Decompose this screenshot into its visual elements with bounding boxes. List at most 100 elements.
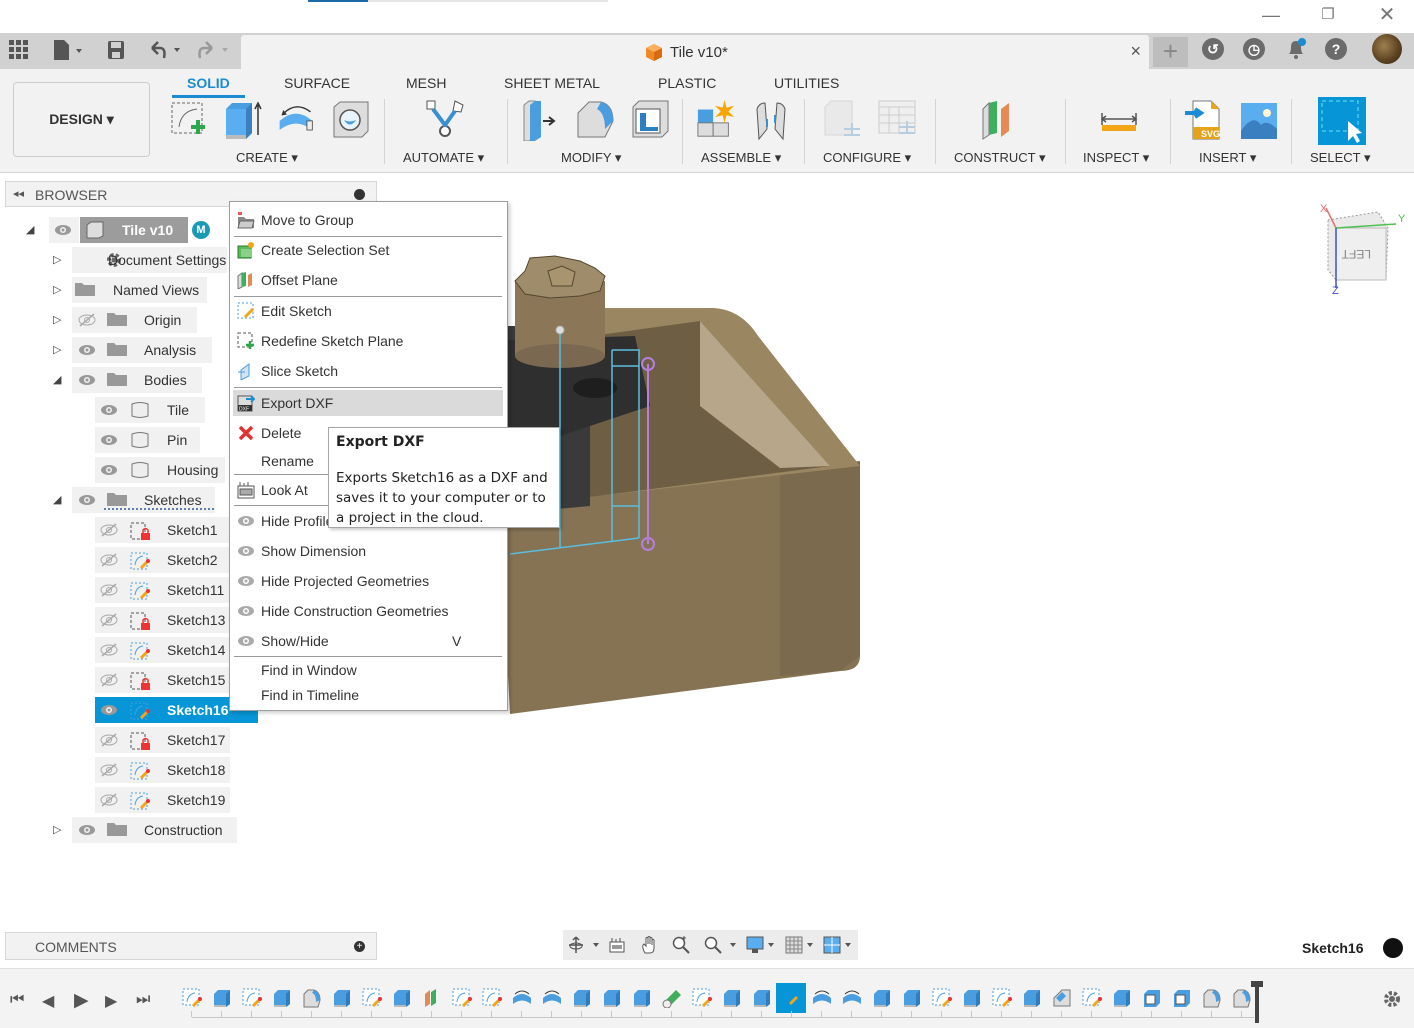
eye-hidden-icon[interactable] [100, 583, 118, 597]
expand-icon[interactable]: ◢ [53, 373, 61, 386]
expand-icon[interactable]: ▷ [53, 283, 61, 296]
eye-icon[interactable] [78, 823, 96, 837]
menu-item-show-hide[interactable]: Show/Hide V [233, 628, 503, 654]
timeline-feature-revolve[interactable] [842, 988, 862, 1008]
joint-icon[interactable] [751, 99, 791, 141]
timeline-feature-extrude[interactable] [872, 988, 892, 1008]
timeline-feature-sketch[interactable] [482, 988, 502, 1008]
timeline-feature-fillet[interactable] [302, 988, 322, 1008]
zoom-icon[interactable] [672, 936, 690, 954]
zoom-window-icon[interactable] [704, 936, 738, 954]
expand-icon[interactable]: ▷ [53, 343, 61, 356]
tree-item-sketch15[interactable]: Sketch15 [0, 667, 260, 693]
measure-icon[interactable] [1099, 99, 1139, 141]
eye-hidden-icon[interactable] [100, 613, 118, 627]
menu-item-slice-sketch[interactable]: Slice Sketch [233, 358, 503, 384]
configure-menu[interactable]: CONFIGURE ▾ [823, 150, 911, 166]
timeline-feature-fillet[interactable] [1232, 988, 1252, 1008]
extensions-icon[interactable]: ↺ [1202, 38, 1224, 60]
grid-settings-icon[interactable] [785, 936, 819, 954]
eye-hidden-icon[interactable] [100, 643, 118, 657]
shell-icon[interactable] [630, 99, 670, 141]
eye-icon[interactable] [100, 703, 118, 717]
timeline-feature-revolve[interactable] [512, 988, 532, 1008]
workspace-switcher[interactable]: DESIGN ▾ [13, 82, 150, 157]
construct-menu[interactable]: CONSTRUCT ▾ [954, 150, 1046, 166]
expand-icon[interactable]: ◢ [26, 223, 34, 236]
save-icon[interactable] [107, 40, 125, 64]
timeline-feature-sketch[interactable] [362, 988, 382, 1008]
eye-hidden-icon[interactable] [100, 673, 118, 687]
eye-hidden-icon[interactable] [100, 553, 118, 567]
add-comment-icon[interactable]: + [354, 941, 365, 952]
timeline-feature-extrude[interactable] [902, 988, 922, 1008]
eye-hidden-icon[interactable] [100, 763, 118, 777]
menu-item-show-dimension[interactable]: Show Dimension [233, 538, 503, 564]
timeline-feature-extrude[interactable] [332, 988, 352, 1008]
restore-icon[interactable]: ❐ [1313, 4, 1343, 26]
timeline-feature-extrude[interactable] [1022, 988, 1042, 1008]
file-icon[interactable] [52, 39, 84, 63]
eye-icon[interactable] [78, 493, 96, 507]
menu-item-move-to-group[interactable]: Move to Group [233, 207, 503, 233]
timeline-feature-sketch[interactable] [1082, 988, 1102, 1008]
eye-icon[interactable] [78, 343, 96, 357]
tree-item-origin[interactable]: ▷ Origin [0, 307, 260, 333]
tree-item-sketch14[interactable]: Sketch14 [0, 637, 260, 663]
new-tab-button[interactable]: + [1153, 37, 1188, 67]
menu-item-create-selection-set[interactable]: Create Selection Set [233, 237, 503, 263]
tab-utilities[interactable]: UTILITIES [774, 75, 839, 91]
tree-item-tile[interactable]: Tile [0, 397, 260, 423]
expand-icon[interactable]: ▷ [53, 313, 61, 326]
tree-item-analysis[interactable]: ▷ Analysis [0, 337, 260, 363]
tree-root[interactable]: ◢ Tile v10 M [0, 217, 230, 243]
pan-icon[interactable] [640, 936, 658, 954]
timeline-feature-extrude[interactable] [212, 988, 232, 1008]
timeline-feature-chamfer[interactable] [1052, 988, 1072, 1008]
eye-icon[interactable] [100, 463, 118, 477]
job-status-icon[interactable]: ◷ [1243, 38, 1265, 60]
comments-panel[interactable]: COMMENTS + [5, 932, 377, 960]
timeline-feature-fillet[interactable] [1202, 988, 1222, 1008]
expand-icon[interactable]: ▷ [53, 253, 61, 266]
help-icon[interactable]: ? [1325, 38, 1347, 60]
tree-item-sketches[interactable]: ◢ Sketches [0, 487, 260, 513]
sketch-palette-icon[interactable] [1383, 938, 1403, 958]
modify-menu[interactable]: MODIFY ▾ [561, 150, 621, 166]
minimize-icon[interactable]: — [1256, 4, 1286, 26]
close-icon[interactable]: ✕ [1372, 4, 1402, 26]
assemble-menu[interactable]: ASSEMBLE ▾ [701, 150, 781, 166]
timeline-feature-sketch[interactable] [692, 988, 712, 1008]
step-back-button[interactable]: ◀ [42, 991, 54, 1011]
eye-hidden-icon[interactable] [100, 523, 118, 537]
timeline-feature-shell[interactable] [1142, 988, 1162, 1008]
timeline-feature-sketch[interactable] [452, 988, 472, 1008]
insert-canvas-icon[interactable] [1239, 99, 1279, 141]
timeline-feature-extrude[interactable] [752, 988, 772, 1008]
tab-surface[interactable]: SURFACE [284, 75, 350, 91]
timeline-feature-revolve[interactable] [812, 988, 832, 1008]
timeline-settings-icon[interactable] [1382, 989, 1402, 1009]
tree-item-sketch19[interactable]: Sketch19 [0, 787, 260, 813]
tree-item-sketch11[interactable]: Sketch11 [0, 577, 260, 603]
timeline-feature-extrude[interactable] [572, 988, 592, 1008]
timeline-feature-pipe[interactable] [662, 988, 682, 1009]
tree-item-sketch16[interactable]: Sketch16 [0, 697, 260, 723]
redo-icon[interactable] [196, 40, 232, 64]
timeline-feature-sketch[interactable] [992, 988, 1012, 1008]
hole-icon[interactable] [331, 99, 371, 141]
eye-hidden-icon[interactable] [100, 733, 118, 747]
expand-icon[interactable]: ◢ [53, 493, 61, 506]
panel-options-icon[interactable] [354, 189, 365, 200]
timeline-marker[interactable] [1255, 983, 1259, 1023]
tree-item-housing[interactable]: Housing [0, 457, 260, 483]
timeline-feature-revolve[interactable] [542, 988, 562, 1008]
timeline-feature-sketch-active[interactable] [782, 988, 802, 1008]
fillet-icon[interactable] [575, 99, 615, 141]
revolve-icon[interactable] [276, 99, 316, 141]
menu-item-offset-plane[interactable]: Offset Plane [233, 267, 503, 293]
tree-item-sketch1[interactable]: Sketch1 [0, 517, 260, 543]
extrude-icon[interactable] [222, 99, 262, 141]
timeline-feature-extrude[interactable] [602, 988, 622, 1008]
look-at-icon[interactable] [608, 936, 626, 954]
